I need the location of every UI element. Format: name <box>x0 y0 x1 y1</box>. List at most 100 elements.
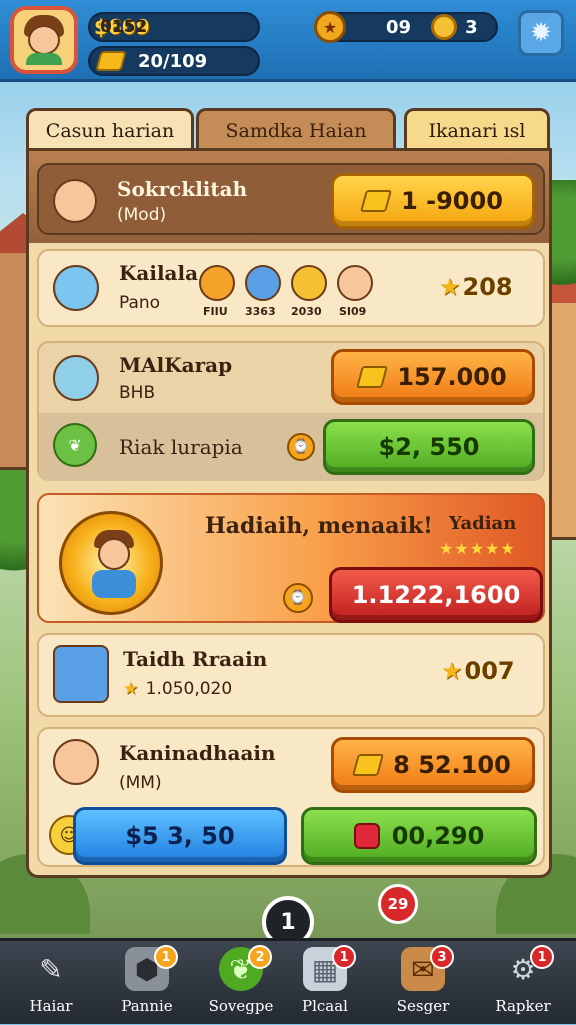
mini-label: 2030 <box>291 305 322 318</box>
daily-panel: Casun harian Samdka Haian Ikanari ısl So… <box>26 108 552 878</box>
reward-row-6: Kaninadhaain (MM) 8 52.100 ☺ $5 3, 50 00… <box>37 727 545 867</box>
nav-badge: 2 <box>248 945 272 969</box>
player-avatar[interactable] <box>10 6 78 74</box>
reward-title: MAlKarap <box>119 353 233 377</box>
gem-amount: 20/109 <box>138 50 208 72</box>
energy-amount: 09 <box>386 16 412 38</box>
star-reward: ★007 <box>441 657 515 685</box>
sub-row-title: Riak lurapia <box>119 435 243 459</box>
energy-counter[interactable]: ★ 09 3 <box>314 11 498 43</box>
nav-badge: 1 <box>332 945 356 969</box>
mini-label: FIIU <box>203 305 228 318</box>
green-price-button[interactable]: 00,290 <box>301 807 537 865</box>
green-price-label: $2, 550 <box>378 433 480 461</box>
reward-title: Kaninadhaain <box>119 741 276 765</box>
reward-subtitle: Pano <box>119 293 161 313</box>
star-icon: ★ <box>123 679 139 699</box>
coin-sub-amount: 0152 <box>100 17 148 37</box>
nav-label: Haiar <box>29 997 73 1015</box>
nav-badge: 1 <box>530 945 554 969</box>
coin-face-icon <box>291 265 327 301</box>
timer-icon: ⌚ <box>287 433 315 461</box>
nav-badge: 1 <box>154 945 178 969</box>
stars-icon: ★★★★★ <box>439 539 516 558</box>
character-icon <box>337 265 373 301</box>
nav-item-sesger[interactable]: ✉ 3 Sesger <box>378 945 468 1025</box>
character-icon <box>53 355 99 401</box>
nav-label: Plcaal <box>302 997 348 1015</box>
green-price-label: 00,290 <box>391 822 485 850</box>
claim-button-label: 1 -9000 <box>401 187 503 215</box>
mini-label: SI09 <box>339 305 367 318</box>
claim-button[interactable]: 157.000 <box>331 349 535 405</box>
nav-item-haiar[interactable]: ✎ Haiar <box>6 947 96 1025</box>
blue-price-label: $5 3, 50 <box>125 822 235 850</box>
reward-title: Sokrcklitah <box>117 177 248 201</box>
bottom-nav: ✎ Haiar ⬢ 1 Pannie ❦ 2 Sovegpe ▦ 1 Plcaa… <box>0 938 576 1024</box>
reward-row-5: Taidh Rraain ★ 1.050,020 ★007 <box>37 633 545 717</box>
gem-icon <box>356 366 389 388</box>
reward-row-2: Kailala Pano FIIU 3363 2030 SI09 ★208 <box>37 249 545 327</box>
settings-gear-icon[interactable]: ✹ <box>518 10 564 56</box>
reward-row-1: Sokrcklitah (Mod) 1 -9000 <box>37 163 545 235</box>
coin-counter[interactable]: $609 0152 <box>88 12 260 42</box>
timer-icon: ⌚ <box>283 583 313 613</box>
star-badge-icon: ★ <box>314 11 346 43</box>
star-reward: ★208 <box>439 273 513 301</box>
green-price-button[interactable]: $2, 550 <box>323 419 535 475</box>
reward-row-featured: Hadiaih, menaaik! Yadian ★★★★★ ⌚ 1.1222,… <box>37 493 545 623</box>
character-icon <box>53 179 97 223</box>
nav-item-rapker[interactable]: ⚙ 1 Rapker <box>478 945 568 1025</box>
gem-icon <box>360 190 393 212</box>
gem-counter[interactable]: 20/109 <box>88 46 260 76</box>
star-icon: ★ <box>439 273 461 301</box>
tab-ikanari[interactable]: Ikanari ısl <box>404 108 550 150</box>
mini-label: 3363 <box>245 305 276 318</box>
nav-item-sovegpe[interactable]: ❦ 2 Sovegpe <box>196 945 286 1025</box>
claim-button[interactable]: 8 52.100 <box>331 737 535 793</box>
reward-subtitle: BHB <box>119 383 156 403</box>
claim-button-label: 8 52.100 <box>393 751 511 779</box>
blue-price-button[interactable]: $5 3, 50 <box>73 807 287 865</box>
nav-badge: 3 <box>430 945 454 969</box>
top-bar: $609 0152 20/109 ★ 09 3 ✹ <box>0 0 576 82</box>
gem-icon <box>352 754 385 776</box>
chest-icon <box>353 823 380 849</box>
tab-samdka-haian[interactable]: Samdka Haian <box>196 108 396 150</box>
star-icon: ★ <box>441 657 463 685</box>
claim-button-label: 157.000 <box>397 363 507 391</box>
featured-claim-label: 1.1222,1600 <box>351 581 521 609</box>
featured-claim-button[interactable]: 1.1222,1600 <box>329 567 543 623</box>
gem-icon <box>95 51 127 71</box>
featured-title: Hadiaih, menaaik! <box>205 513 433 539</box>
tab-casun-harian[interactable]: Casun harian <box>26 108 194 150</box>
nav-label: Sesger <box>396 997 450 1015</box>
coin-icon <box>431 14 458 40</box>
reward-subtitle: (Mod) <box>117 205 167 225</box>
star-amount: 208 <box>462 273 513 301</box>
avatar-face-icon <box>22 15 66 65</box>
character-cap-icon <box>245 265 281 301</box>
reward-title: Taidh Rraain <box>123 647 268 671</box>
reward-subtitle: ★ 1.050,020 <box>123 679 233 699</box>
character-helmet-icon <box>199 265 235 301</box>
claim-button[interactable]: 1 -9000 <box>331 173 535 229</box>
hero-glow-icon <box>59 511 163 615</box>
nav-item-pannie[interactable]: ⬢ 1 Pannie <box>102 945 192 1025</box>
character-icon <box>53 739 99 785</box>
reward-subtitle: (MM) <box>119 773 162 793</box>
nav-label: Sovegpe <box>208 997 274 1015</box>
notification-badge[interactable]: 29 <box>378 884 418 924</box>
reward-row-3: MAlKarap BHB 157.000 ❦ Riak lurapia ⌚ $2… <box>37 341 545 481</box>
character-icon <box>53 265 99 311</box>
featured-badge: Yadian <box>449 513 517 534</box>
nav-label: Pannie <box>121 997 173 1015</box>
sword-icon: ✎ <box>39 952 63 986</box>
nav-label: Rapker <box>495 997 551 1015</box>
nav-item-plcaal[interactable]: ▦ 1 Plcaal <box>280 945 370 1025</box>
energy-count: 3 <box>465 16 478 38</box>
leaf-icon: ❦ <box>53 423 97 467</box>
reward-title: Kailala <box>119 261 199 285</box>
character-card-icon <box>53 645 109 703</box>
star-amount: 007 <box>464 657 515 685</box>
